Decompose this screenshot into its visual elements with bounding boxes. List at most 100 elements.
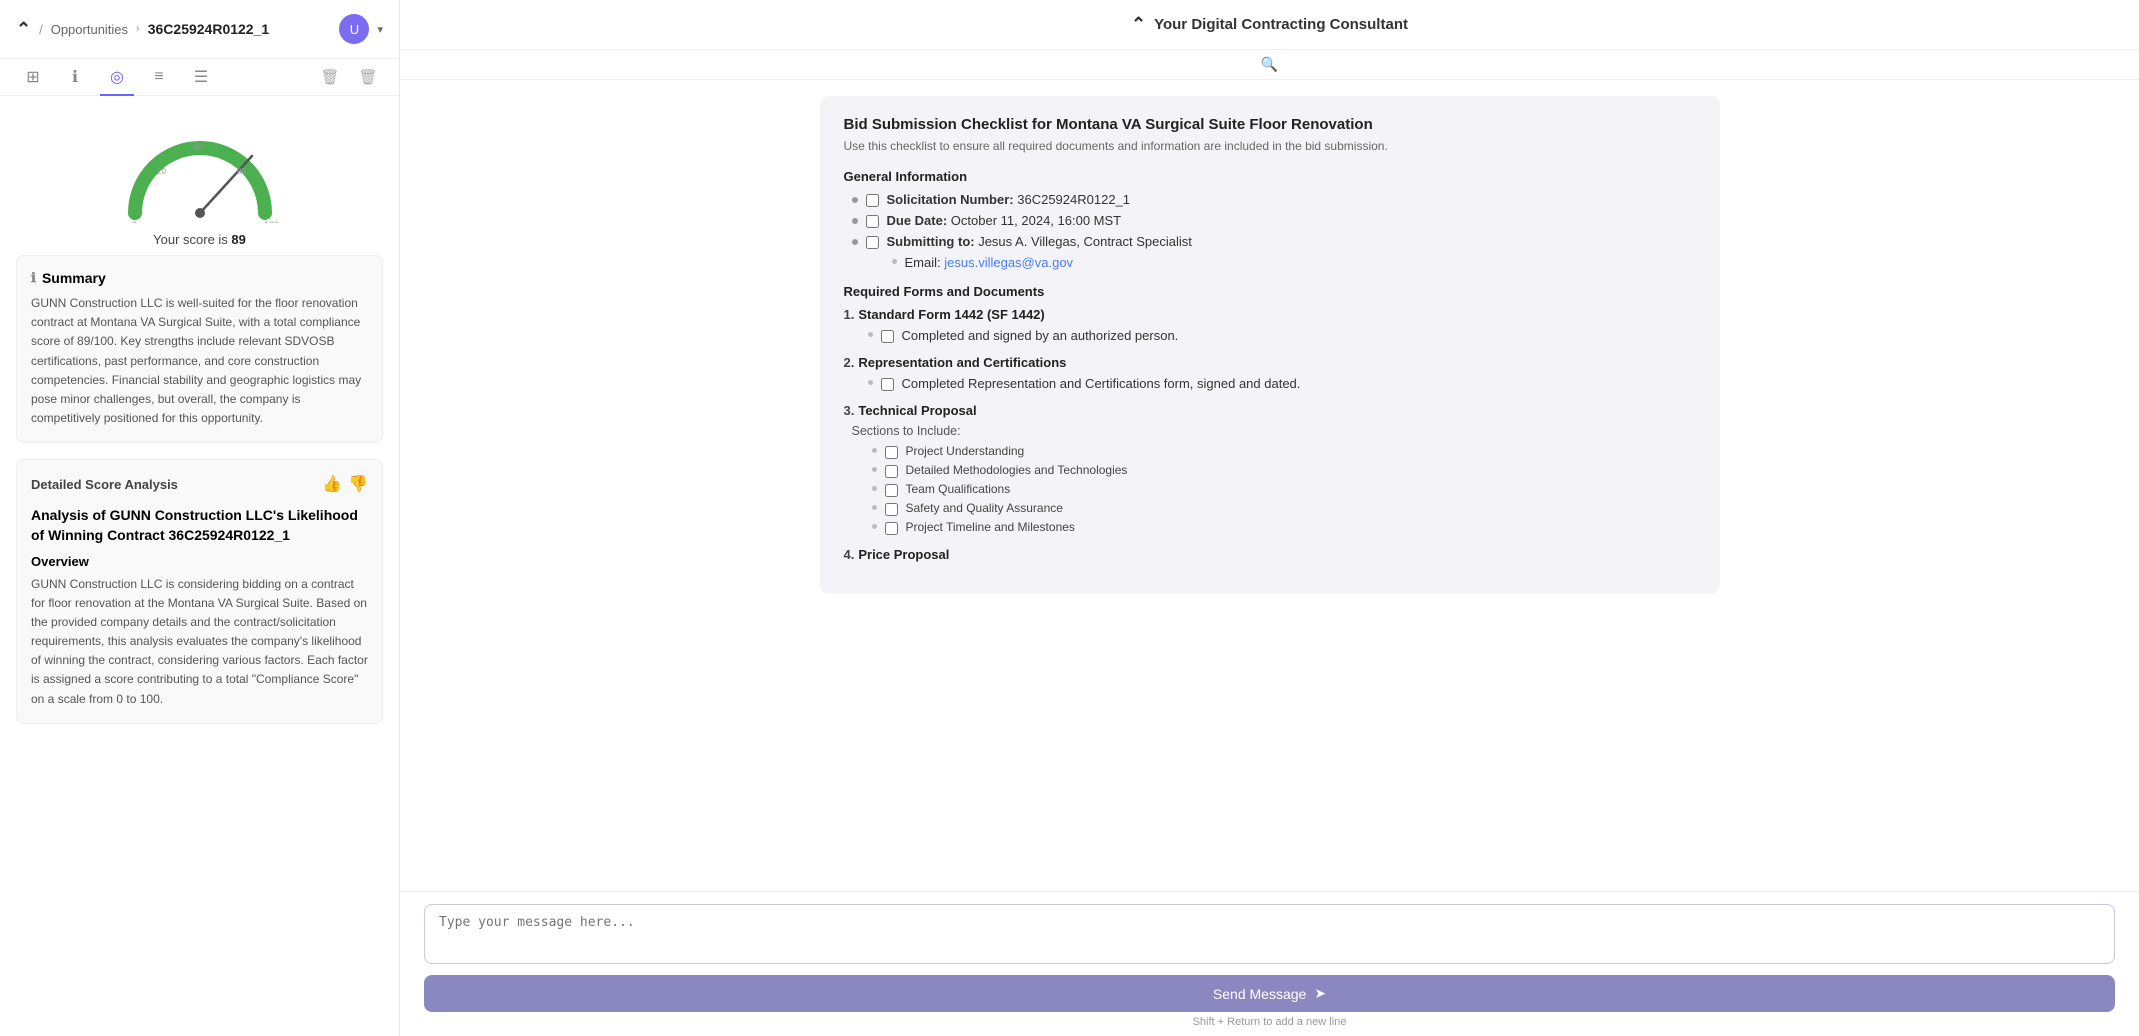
list-item: Project Timeline and Milestones [872,520,1696,535]
bullet-icon [852,239,858,245]
checkbox-sf1442[interactable] [881,330,894,343]
small-bullet-icon [868,332,873,337]
bullet-icon [852,218,858,224]
list-item: Due Date: October 11, 2024, 16:00 MST [844,213,1696,228]
hint-text: Shift + Return to add a new line [424,1016,2115,1028]
numbered-section-1: 1. Standard Form 1442 (SF 1442) Complete… [844,307,1696,343]
sf1442-text: Completed and signed by an authorized pe… [902,328,1179,343]
search-bar: 🔍 [400,50,2139,80]
section-3-label: 3. Technical Proposal [844,403,1696,418]
left-tabs: ⊞ ℹ ◎ ≡ ☰ 🗑 🗑 [0,59,399,96]
avatar-letter: U [350,22,359,37]
tab-doc[interactable]: ☰ [184,60,218,96]
numbered-section-2: 2. Representation and Certifications Com… [844,355,1696,391]
thumbs-up-button[interactable]: 👍 [322,474,342,494]
timeline-text: Project Timeline and Milestones [906,520,1075,534]
small-bullet-icon [892,259,897,264]
general-info-heading: General Information [844,169,1696,184]
left-header: ⌃ / Opportunities › 36C25924R0122_1 U ▾ [0,0,399,59]
small-bullet-icon [872,448,877,453]
tab-stack[interactable]: ≡ [142,60,176,96]
section-1-label: 1. Standard Form 1442 (SF 1442) [844,307,1696,322]
solicitation-text: Solicitation Number: 36C25924R0122_1 [887,192,1131,207]
gauge-score: 89 [231,232,245,247]
bullet-icon [852,197,858,203]
checkbox-solicitation[interactable] [866,194,879,207]
required-forms-heading: Required Forms and Documents [844,284,1696,299]
small-bullet-icon [872,467,877,472]
breadcrumb-link[interactable]: Opportunities [51,22,128,37]
technical-sub-items: Project Understanding Detailed Methodolo… [844,444,1696,535]
right-header: ⌃ Your Digital Contracting Consultant [400,0,2139,50]
analysis-title: Analysis of GUNN Construction LLC's Like… [31,506,368,545]
send-button[interactable]: Send Message ➤ [424,975,2115,1012]
email-link[interactable]: jesus.villegas@va.gov [944,255,1073,270]
tab-info[interactable]: ℹ [58,60,92,96]
info-icon: ℹ [31,270,36,286]
vote-buttons: 👍 👎 [322,474,368,494]
submitting-text: Submitting to: Jesus A. Villegas, Contra… [887,234,1192,249]
right-title: Your Digital Contracting Consultant [1154,16,1408,33]
list-item: Submitting to: Jesus A. Villegas, Contra… [844,234,1696,249]
checkbox-methodologies[interactable] [885,465,898,478]
numbered-section-3: 3. Technical Proposal Sections to Includ… [844,403,1696,535]
chevron-down-icon[interactable]: ▾ [377,23,383,36]
checkbox-rep-cert[interactable] [881,378,894,391]
svg-text:20: 20 [157,167,166,176]
gauge-label: Your score is 89 [153,232,246,247]
checkbox-team-qual[interactable] [885,484,898,497]
checkbox-timeline[interactable] [885,522,898,535]
checklist-subtitle: Use this checklist to ensure all require… [844,139,1696,153]
svg-text:100: 100 [264,220,279,223]
list-item: Project Understanding [872,444,1696,459]
overview-text: GUNN Construction LLC is considering bid… [31,575,368,709]
sections-to-include-label: Sections to Include: [844,424,1696,438]
breadcrumb-arrow-icon: › [136,23,140,35]
due-date-text: Due Date: October 11, 2024, 16:00 MST [887,213,1122,228]
list-item: Detailed Methodologies and Technologies [872,463,1696,478]
checklist-card: Bid Submission Checklist for Montana VA … [820,96,1720,594]
safety-text: Safety and Quality Assurance [906,501,1063,515]
small-bullet-icon [872,486,877,491]
summary-title: ℹ Summary [31,270,368,286]
delete-icon[interactable]: 🗑 [315,62,345,92]
rep-cert-text: Completed Representation and Certificati… [902,376,1301,391]
thumbs-down-button[interactable]: 👎 [348,474,368,494]
gauge-svg: 0 50 100 20 80 [120,128,280,226]
user-avatar[interactable]: U [339,14,369,44]
search-icon: 🔍 [1261,56,1278,73]
send-icon: ➤ [1314,985,1326,1002]
detailed-title: Detailed Score Analysis [31,477,178,492]
message-input[interactable] [424,904,2115,964]
list-item: Email: jesus.villegas@va.gov [844,255,1696,270]
section-2-label: 2. Representation and Certifications [844,355,1696,370]
numbered-section-4: 4. Price Proposal [844,547,1696,562]
right-panel: ⌃ Your Digital Contracting Consultant 🔍 … [400,0,2139,1036]
checkbox-due-date[interactable] [866,215,879,228]
small-bullet-icon [872,505,877,510]
summary-card: ℹ Summary GUNN Construction LLC is well-… [16,255,383,443]
right-logo-icon: ⌃ [1131,14,1146,35]
team-qual-text: Team Qualifications [906,482,1011,496]
email-text: Email: jesus.villegas@va.gov [905,255,1074,270]
list-item: Solicitation Number: 36C25924R0122_1 [844,192,1696,207]
list-item: Completed and signed by an authorized pe… [844,328,1696,343]
send-label: Send Message [1213,986,1306,1002]
tab-layers[interactable]: ⊞ [16,60,50,96]
checkbox-project-understanding[interactable] [885,446,898,459]
summary-text: GUNN Construction LLC is well-suited for… [31,294,368,428]
checklist-title: Bid Submission Checklist for Montana VA … [844,116,1696,133]
input-area: Send Message ➤ Shift + Return to add a n… [400,891,2139,1036]
left-content: 0 50 100 20 80 Your score is 89 ℹ Summar… [0,96,399,1036]
checkbox-submitting[interactable] [866,236,879,249]
detailed-score-card: Detailed Score Analysis 👍 👎 Analysis of … [16,459,383,724]
tab-chart[interactable]: ◎ [100,60,134,96]
list-item: Safety and Quality Assurance [872,501,1696,516]
trash-icon[interactable]: 🗑 [353,62,383,92]
list-item: Completed Representation and Certificati… [844,376,1696,391]
svg-text:0: 0 [132,220,137,223]
project-understanding-text: Project Understanding [906,444,1025,458]
checkbox-safety[interactable] [885,503,898,516]
left-panel: ⌃ / Opportunities › 36C25924R0122_1 U ▾ … [0,0,400,1036]
gauge-container: 0 50 100 20 80 Your score is 89 [16,112,383,255]
